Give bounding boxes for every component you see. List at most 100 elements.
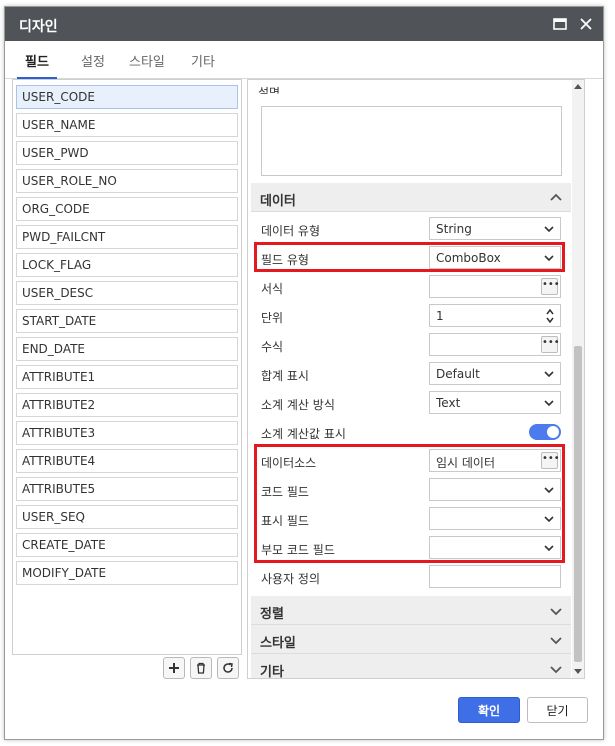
summary-display-value: Default: [436, 367, 480, 381]
field-list-item[interactable]: USER_ROLE_NO: [16, 169, 238, 193]
parent-code-field-label: 부모 코드 필드: [261, 543, 335, 557]
maximize-icon[interactable]: [551, 15, 569, 33]
datasource-value: 임시 데이터: [436, 456, 496, 470]
chevron-down-icon: [544, 400, 554, 407]
chevron-down-icon: [550, 666, 562, 674]
tab-field[interactable]: 필드: [17, 51, 57, 79]
field-list-panel: USER_CODE USER_NAME USER_PWD USER_ROLE_NO OR…: [12, 79, 242, 655]
refresh-button[interactable]: [217, 657, 239, 679]
tab-etc[interactable]: 기타: [183, 51, 223, 79]
field-list-item[interactable]: USER_PWD: [16, 141, 238, 165]
add-icon: [169, 663, 179, 673]
section-style-label: 스타일: [260, 636, 296, 651]
field-list-item[interactable]: PWD_FAILCNT: [16, 225, 238, 249]
subtotal-display-label: 소계 계산값 표시: [261, 427, 346, 441]
title-bar: 디자인: [5, 7, 603, 41]
data-type-select[interactable]: String: [429, 217, 561, 240]
display-field-select[interactable]: [429, 507, 561, 530]
subtotal-method-value: Text: [436, 396, 461, 410]
scroll-up-icon[interactable]: [574, 84, 582, 89]
field-type-label: 필드 유형: [261, 253, 309, 267]
chevron-down-icon: [550, 608, 562, 616]
scroll-thumb[interactable]: [574, 346, 582, 662]
chevron-up-icon: [550, 193, 562, 201]
chevron-down-icon: [544, 255, 554, 262]
summary-display-label: 합계 표시: [261, 369, 309, 383]
field-list-item[interactable]: ORG_CODE: [16, 197, 238, 221]
code-field-select[interactable]: [429, 478, 561, 501]
section-style-header[interactable]: 스타일: [251, 625, 571, 654]
field-list-item[interactable]: ATTRIBUTE5: [16, 477, 238, 501]
subtotal-method-select[interactable]: Text: [429, 391, 561, 414]
datasource-label: 데이터소스: [261, 456, 317, 470]
field-type-value: ComboBox: [436, 251, 501, 265]
close-icon[interactable]: [577, 15, 595, 33]
formula-label: 수식: [261, 340, 284, 354]
tab-settings[interactable]: 설정: [73, 51, 113, 79]
property-scrollbar[interactable]: [572, 80, 584, 678]
field-list-item[interactable]: END_DATE: [16, 337, 238, 361]
user-defined-input[interactable]: [429, 565, 561, 588]
formula-input[interactable]: •••: [429, 333, 561, 356]
field-list-item[interactable]: MODIFY_DATE: [16, 561, 238, 585]
section-sort-header[interactable]: 정렬: [251, 596, 571, 625]
data-type-value: String: [436, 222, 472, 236]
chevron-down-icon: [544, 371, 554, 378]
chevron-down-icon: [544, 545, 554, 552]
ok-button[interactable]: 확인: [458, 697, 520, 723]
section-data-header[interactable]: 데이터: [251, 183, 571, 212]
ellipsis-button[interactable]: •••: [541, 278, 560, 295]
memo-label: 설명: [258, 86, 281, 94]
chevron-down-icon: [544, 487, 554, 494]
format-input[interactable]: •••: [429, 275, 561, 298]
code-field-label: 코드 필드: [261, 485, 309, 499]
field-list-item[interactable]: START_DATE: [16, 309, 238, 333]
data-type-label: 데이터 유형: [261, 224, 321, 238]
unit-label: 단위: [261, 311, 284, 325]
field-list-item[interactable]: USER_NAME: [16, 113, 238, 137]
delete-field-button[interactable]: [190, 657, 212, 679]
subtotal-display-toggle[interactable]: [529, 424, 561, 440]
chevron-down-icon: [544, 226, 554, 233]
ellipsis-button[interactable]: •••: [541, 452, 560, 469]
summary-display-select[interactable]: Default: [429, 362, 561, 385]
chevron-down-icon: [550, 637, 562, 645]
field-list-item[interactable]: LOCK_FLAG: [16, 253, 238, 277]
field-list-item[interactable]: ATTRIBUTE4: [16, 449, 238, 473]
field-list: USER_CODE USER_NAME USER_PWD USER_ROLE_NO OR…: [16, 85, 238, 589]
subtotal-method-label: 소계 계산 방식: [261, 398, 335, 412]
field-list-item[interactable]: USER_SEQ: [16, 505, 238, 529]
memo-textarea[interactable]: [261, 106, 562, 176]
field-list-item[interactable]: ATTRIBUTE2: [16, 393, 238, 417]
trash-icon: [197, 662, 205, 674]
scroll-down-icon[interactable]: [574, 669, 582, 674]
tab-bar: 필드 설정 스타일 기타: [5, 41, 603, 79]
refresh-icon: [223, 662, 233, 673]
close-button[interactable]: 닫기: [527, 697, 588, 723]
user-defined-label: 사용자 정의: [261, 572, 321, 586]
section-sort-label: 정렬: [260, 607, 284, 622]
ellipsis-button[interactable]: •••: [541, 336, 560, 353]
section-etc-label: 기타: [260, 665, 284, 679]
field-type-select[interactable]: ComboBox: [429, 246, 561, 269]
field-list-item[interactable]: ATTRIBUTE1: [16, 365, 238, 389]
chevron-down-icon: [544, 516, 554, 523]
field-list-item[interactable]: CREATE_DATE: [16, 533, 238, 557]
window-title: 디자인: [19, 19, 58, 35]
unit-value: 1: [436, 309, 444, 323]
datasource-input[interactable]: 임시 데이터 •••: [429, 449, 561, 472]
section-data-label: 데이터: [260, 194, 296, 209]
section-etc-header[interactable]: 기타: [251, 654, 571, 679]
field-list-item[interactable]: USER_CODE: [16, 85, 238, 109]
format-label: 서식: [261, 282, 284, 296]
unit-stepper[interactable]: 1: [429, 304, 561, 327]
spinner-icon[interactable]: [545, 307, 555, 325]
field-list-item[interactable]: ATTRIBUTE3: [16, 421, 238, 445]
add-field-button[interactable]: [163, 657, 185, 679]
toggle-knob: [547, 426, 559, 438]
parent-code-field-select[interactable]: [429, 536, 561, 559]
tab-style[interactable]: 스타일: [121, 51, 173, 79]
display-field-label: 표시 필드: [261, 514, 309, 528]
field-list-item[interactable]: USER_DESC: [16, 281, 238, 305]
property-panel: 설명 데이터 데이터 유형 String 필드 유형 ComboBox 서식 •…: [247, 79, 585, 679]
